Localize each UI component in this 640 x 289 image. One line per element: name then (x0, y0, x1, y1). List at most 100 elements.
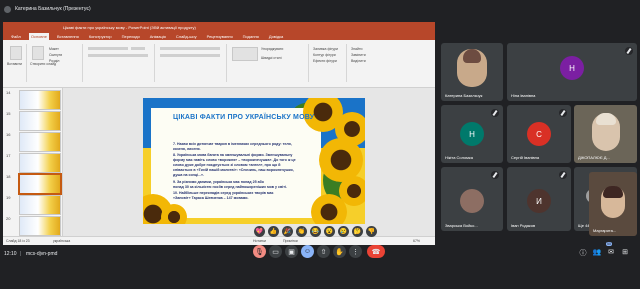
comments-button[interactable]: Примітки (283, 239, 298, 243)
participant-name: Сергій Іванівна (511, 155, 540, 160)
raise-hand-button[interactable]: ✋ (333, 245, 346, 258)
thumbnail-19[interactable]: 19 (5, 195, 61, 215)
mic-off-icon (559, 171, 567, 179)
reactions-button[interactable]: ☺ (301, 245, 314, 258)
shape-fill-button[interactable]: Заливка фігури (313, 47, 338, 51)
thumbnail-20[interactable]: 20 (5, 216, 61, 236)
thinking-reaction[interactable]: 🤔 (352, 226, 363, 237)
surprised-reaction[interactable]: 😮 (324, 226, 335, 237)
current-slide[interactable]: ЦІКАВІ ФАКТИ ПРО УКРАЇНСЬКУ МОВУ 7. Назв… (143, 98, 365, 224)
ppt-tab-insert[interactable]: Вставлення (55, 33, 81, 40)
participant-name: Ніна Іванівна (511, 93, 536, 98)
slide-text-line: душа на сонці...». (173, 173, 205, 177)
participant-tile[interactable]: Маргарита... (589, 172, 637, 236)
reset-button[interactable]: Скинути (49, 53, 62, 57)
mic-off-icon (559, 109, 567, 117)
ppt-tab-review[interactable]: Рецензування (205, 33, 235, 40)
thumb-image (19, 111, 61, 131)
shared-screen[interactable]: Цікаві факти про українську мову - Power… (3, 22, 435, 245)
ppt-tab-slideshow[interactable]: Слайд-шоу (174, 33, 199, 40)
ppt-tab-help[interactable]: Довідка (267, 33, 285, 40)
laugh-reaction[interactable]: 😂 (310, 226, 321, 237)
new-slide-icon[interactable] (32, 46, 44, 60)
language-indicator[interactable]: українська (53, 239, 70, 243)
mic-off-button[interactable]: 🎙 (253, 245, 266, 258)
meeting-code: mcs-djvn-pmd (26, 251, 58, 257)
shapes-gallery[interactable] (232, 47, 258, 61)
thumbnail-15[interactable]: 15 (5, 111, 61, 131)
section-button[interactable]: Розділ (49, 59, 59, 63)
thumbnail-17[interactable]: 17 (5, 153, 61, 173)
participant-name: Нікіта Соломка (445, 155, 473, 160)
leave-call-button[interactable]: ☎ (367, 245, 385, 258)
ppt-tab-design[interactable]: Конструктор (87, 33, 114, 40)
participant-tile[interactable]: Зварська Войко... (441, 167, 503, 231)
participant-tile[interactable]: ДЖОПАЛЮЄ Д... (574, 105, 637, 163)
camera-button[interactable]: ▭ (269, 245, 282, 258)
more-options-button[interactable]: ⋮ (349, 245, 362, 258)
time-separator: | (20, 251, 22, 257)
hand-icon: ✋ (335, 248, 344, 256)
select-button[interactable]: Виділити (351, 59, 366, 63)
participant-tile[interactable]: И Іван Родаков (507, 167, 571, 231)
notes-button[interactable]: Нотатки (253, 239, 266, 243)
participant-tile[interactable]: Катерина Базильчук (441, 43, 503, 101)
slides-group: Створити слайд Макет Скинути Розділ (29, 44, 83, 82)
font-size-box[interactable] (131, 47, 145, 50)
captions-icon: ▣ (288, 248, 295, 256)
clap-reaction[interactable]: 👏 (296, 226, 307, 237)
people-icon[interactable]: 👥 (592, 248, 602, 256)
participant-count-badge: 50 (606, 242, 612, 246)
align-buttons[interactable] (160, 54, 220, 57)
font-name-box[interactable] (88, 47, 128, 50)
zoom-level[interactable]: 67% (413, 239, 420, 243)
ppt-tab-file[interactable]: Файл (9, 33, 23, 40)
camera-icon: ▭ (272, 248, 279, 256)
info-icon[interactable]: ⓘ (578, 248, 588, 258)
thumb-image (19, 195, 61, 215)
replace-button[interactable]: Замінити (351, 53, 366, 57)
shape-effects-button[interactable]: Ефекти фігури (313, 59, 337, 63)
ppt-tab-transitions[interactable]: Переходи (120, 33, 142, 40)
hair-shape (603, 186, 623, 198)
thumbnail-14[interactable]: 14 (5, 90, 61, 110)
chat-icon[interactable]: ✉ (606, 248, 616, 256)
layout-button[interactable]: Макет (49, 47, 59, 51)
hair-shape (596, 113, 616, 125)
shape-outline-button[interactable]: Контур фігури (313, 53, 336, 57)
present-button[interactable]: ⇧ (317, 245, 330, 258)
participant-name: Зварська Войко... (445, 223, 478, 228)
thumbnail-16[interactable]: 16 (5, 132, 61, 152)
ppt-window-title: Цікаві факти про українську мову - Power… (63, 24, 196, 30)
participant-avatar: С (527, 122, 551, 146)
font-format-buttons[interactable] (88, 54, 148, 57)
participant-video (601, 186, 625, 218)
participant-tile[interactable]: Н Ніна Іванівна (507, 43, 637, 101)
thumbs-down-reaction[interactable]: 👎 (366, 226, 377, 237)
find-button[interactable]: Знайти (351, 47, 363, 51)
drawing-group: Упорядкувати Швидкі стилі (229, 44, 309, 82)
slide-text-line: «Заповіт» Тараса Шевченка – 147 мовами. (173, 196, 249, 200)
party-reaction[interactable]: 🎉 (282, 226, 293, 237)
participant-name: Іван Родаков (511, 223, 536, 228)
participant-tile[interactable]: Н Нікіта Соломка (441, 105, 503, 163)
meet-window: Катерина Базильчук (Презентує) Цікаві фа… (0, 0, 640, 289)
mic-off-icon (491, 109, 499, 117)
ppt-tab-animations[interactable]: Анімація (148, 33, 168, 40)
thumbs-up-reaction[interactable]: 👍 (268, 226, 279, 237)
heart-reaction[interactable]: 💖 (254, 226, 265, 237)
thumbnail-18[interactable]: 18 (5, 173, 62, 195)
ppt-tab-home[interactable]: Основне (28, 33, 49, 40)
activities-icon[interactable]: ⊞ (620, 248, 630, 256)
sad-reaction[interactable]: 😢 (338, 226, 349, 237)
paste-label: Вставити (7, 62, 22, 66)
slide-canvas[interactable]: ЦІКАВІ ФАКТИ ПРО УКРАЇНСЬКУ МОВУ 7. Назв… (63, 88, 435, 236)
shape-format-group: Заливка фігури Контур фігури Ефекти фігу… (311, 44, 347, 82)
list-buttons[interactable] (160, 47, 220, 50)
captions-button[interactable]: ▣ (285, 245, 298, 258)
ppt-tab-view[interactable]: Подання (241, 33, 261, 40)
arrange-button[interactable]: Упорядкувати (261, 47, 283, 51)
paste-icon[interactable] (10, 46, 22, 60)
participant-tile[interactable]: С Сергій Іванівна (507, 105, 571, 163)
quick-styles-button[interactable]: Швидкі стилі (261, 56, 281, 60)
